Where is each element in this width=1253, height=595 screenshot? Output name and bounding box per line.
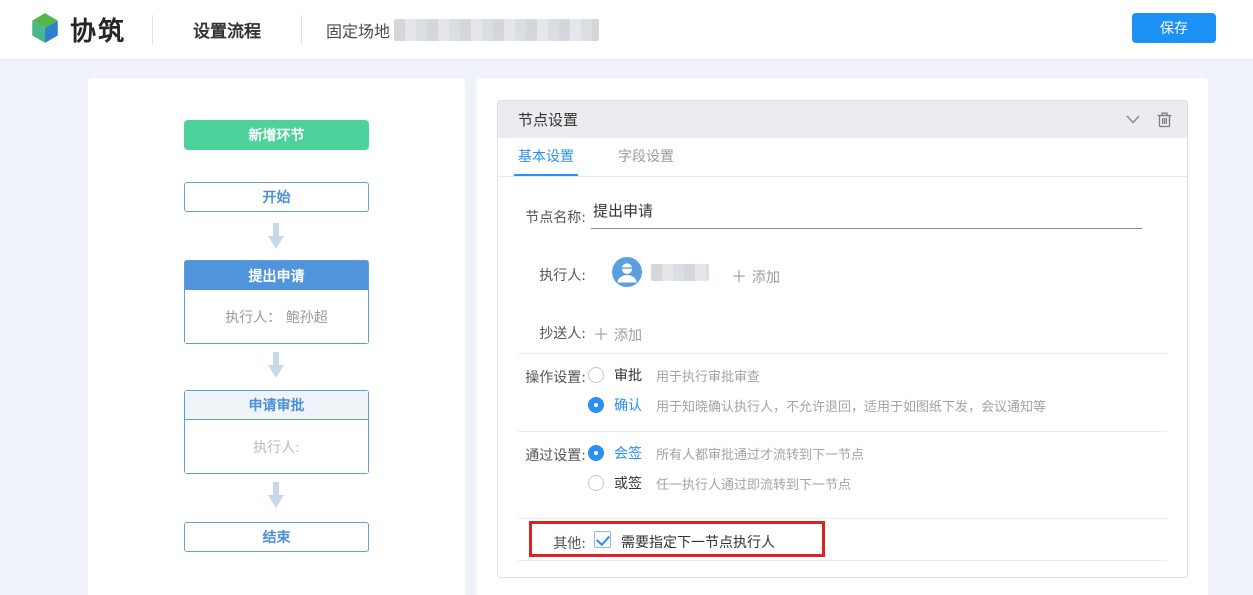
add-executor-button[interactable]: ＋ 添加	[731, 263, 780, 287]
settings-form: 节点名称: 执行人: ＋ 添加	[498, 177, 1187, 577]
flow-arrow-icon	[268, 352, 284, 379]
node-name-input[interactable]	[591, 201, 1142, 229]
executor-label: 执行人:	[498, 265, 586, 285]
page-title-blurred-region	[394, 19, 599, 41]
plus-icon: ＋	[731, 267, 747, 286]
cc-label: 抄送人:	[498, 323, 586, 343]
radio-orsign[interactable]	[588, 475, 604, 491]
flow-node-end[interactable]: 结束	[184, 522, 369, 552]
chevron-down-icon[interactable]	[1124, 111, 1142, 129]
flow-node-apply[interactable]: 提出申请 执行人： 鲍孙超	[184, 260, 369, 344]
radio-confirm-desc: 用于知晓确认执行人，不允许退回，适用于如图纸下发，会议通知等	[656, 396, 1046, 415]
executor-name-blurred	[651, 264, 709, 281]
app-header: 协筑 设置流程 固定场地 保存	[0, 0, 1253, 60]
radio-orsign-desc: 任一执行人通过即流转到下一节点	[656, 474, 851, 493]
option-countersign: 会签 所有人都审批通过才流转到下一节点	[588, 443, 864, 463]
flow-node-apply-title[interactable]: 提出申请	[185, 261, 368, 290]
divider	[518, 431, 1167, 432]
flow-arrow-icon	[268, 223, 284, 250]
radio-countersign[interactable]	[588, 445, 604, 461]
radio-confirm[interactable]	[588, 397, 604, 413]
other-label: 其他:	[498, 533, 586, 553]
divider	[518, 560, 1167, 561]
flow-node-approve-title[interactable]: 申请审批	[185, 391, 368, 420]
logo-text: 协筑	[70, 11, 126, 48]
trash-icon[interactable]	[1155, 111, 1173, 129]
flow-arrow-icon	[268, 482, 284, 509]
add-cc-button[interactable]: ＋ 添加	[593, 321, 642, 345]
option-orsign: 或签 任一执行人通过即流转到下一节点	[588, 473, 851, 493]
flow-node-approve[interactable]: 申请审批 执行人:	[184, 390, 369, 474]
radio-approve-label[interactable]: 审批	[614, 365, 642, 385]
radio-confirm-label[interactable]: 确认	[614, 395, 642, 415]
radio-countersign-desc: 所有人都审批通过才流转到下一节点	[656, 444, 864, 463]
pass-label: 通过设置:	[498, 445, 586, 465]
divider	[518, 518, 1167, 519]
logo-cube-icon	[28, 11, 62, 49]
plus-icon: ＋	[593, 325, 609, 344]
save-button[interactable]: 保存	[1132, 13, 1216, 43]
option-approve: 审批 用于执行审批审查	[588, 365, 760, 385]
panel-title: 节点设置	[518, 109, 1111, 130]
radio-approve[interactable]	[588, 367, 604, 383]
node-name-label: 节点名称:	[498, 207, 586, 227]
flow-diagram-card: 新增环节 开始 提出申请 执行人： 鲍孙超 申请审批 执行人: 结束	[88, 78, 465, 595]
header-divider	[152, 15, 153, 45]
operation-label: 操作设置:	[498, 367, 586, 387]
flow-node-start[interactable]: 开始	[184, 182, 369, 212]
add-step-button[interactable]: 新增环节	[184, 120, 369, 150]
next-executor-checkbox-label[interactable]: 需要指定下一节点执行人	[621, 532, 775, 552]
node-settings-panel: 节点设置 基本设置 字段设置 节点名称:	[497, 100, 1188, 578]
worker-avatar-icon[interactable]	[612, 257, 642, 287]
tab-basic-settings[interactable]: 基本设置	[514, 138, 578, 176]
add-cc-label: 添加	[614, 328, 642, 344]
flow-node-approve-executor: 执行人:	[185, 420, 368, 473]
flow-node-apply-executor: 执行人： 鲍孙超	[185, 290, 368, 343]
header-divider	[301, 15, 302, 45]
nav-item-setup-flow[interactable]: 设置流程	[193, 17, 261, 42]
settings-area: 节点设置 基本设置 字段设置 节点名称:	[477, 78, 1208, 595]
divider	[518, 353, 1167, 354]
add-executor-label: 添加	[752, 270, 780, 286]
option-confirm: 确认 用于知晓确认执行人，不允许退回，适用于如图纸下发，会议通知等	[588, 395, 1046, 415]
radio-approve-desc: 用于执行审批审查	[656, 366, 760, 385]
tab-field-settings[interactable]: 字段设置	[614, 138, 678, 176]
page-title: 固定场地	[326, 18, 599, 42]
panel-header: 节点设置	[498, 101, 1187, 138]
app-logo: 协筑	[28, 11, 126, 49]
next-executor-checkbox[interactable]	[594, 531, 611, 548]
radio-orsign-label[interactable]: 或签	[614, 473, 642, 493]
page-title-text: 固定场地	[326, 18, 390, 42]
radio-countersign-label[interactable]: 会签	[614, 443, 642, 463]
panel-tabs: 基本设置 字段设置	[498, 138, 1187, 177]
